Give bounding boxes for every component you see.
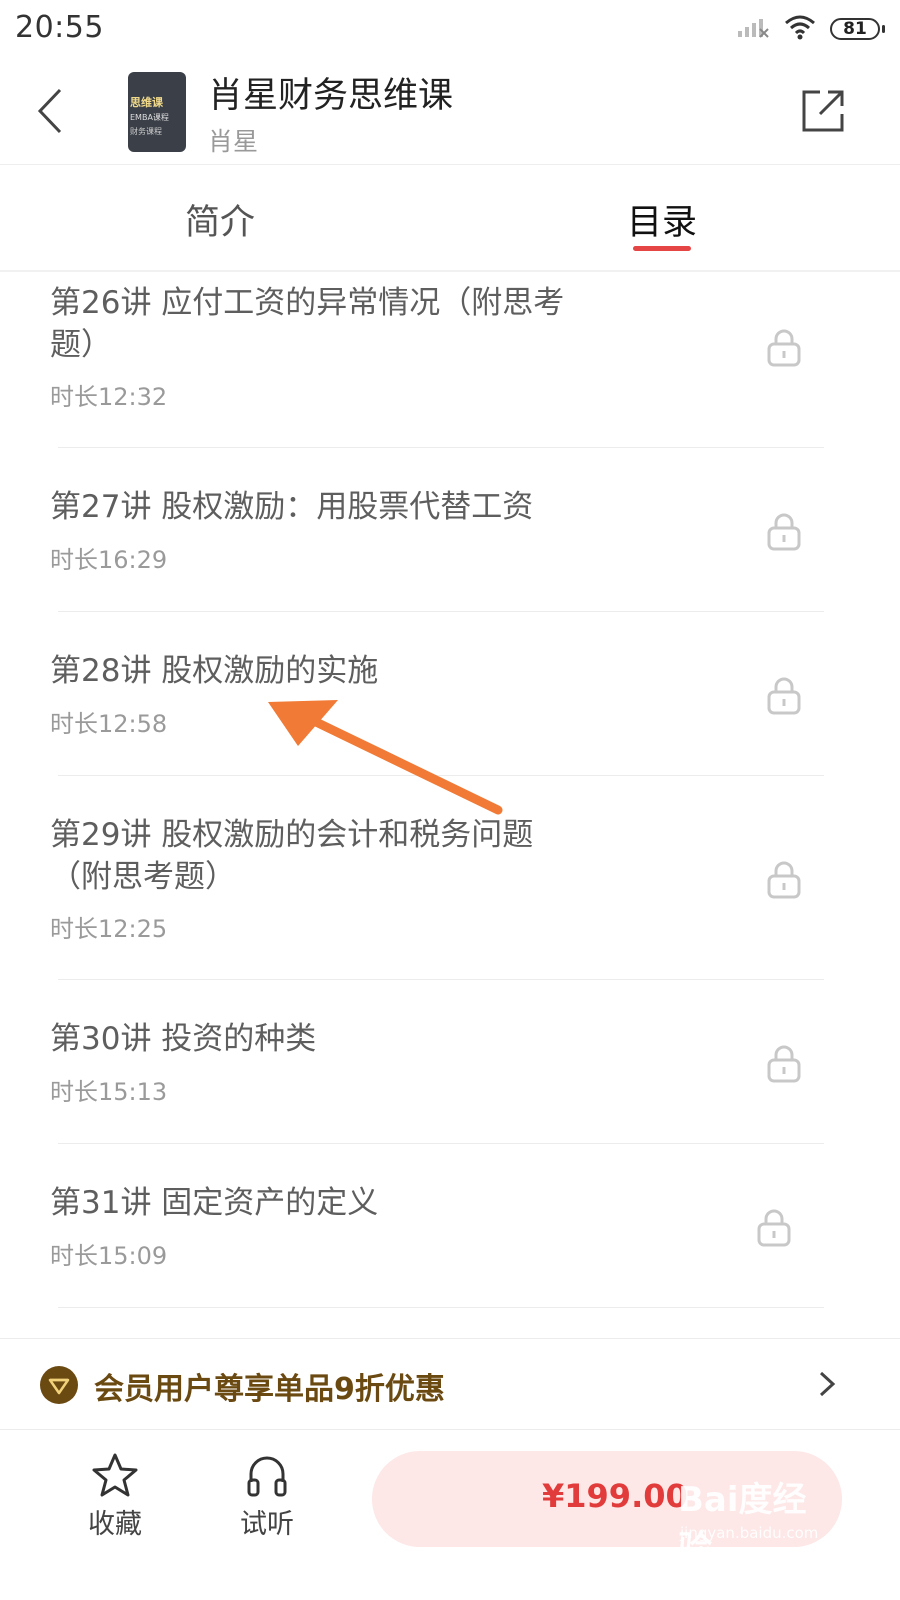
course-author: 肖星 (208, 127, 259, 156)
trial-listen-label: 试听 (240, 1509, 294, 1540)
cover-text-3: 财务课程 (130, 127, 162, 136)
lesson-item[interactable]: 第27讲 股权激励：用股票代替工资 时长16:29 (0, 486, 900, 611)
lock-icon (767, 513, 801, 551)
star-icon (92, 1453, 138, 1497)
trial-listen-button[interactable]: 试听 (222, 1452, 312, 1552)
buy-button[interactable]: ¥199.00 (372, 1451, 842, 1547)
price-label: ¥199.00 (542, 1477, 688, 1515)
banner-divider (0, 1429, 900, 1430)
header-divider (0, 164, 900, 165)
status-icons: 81 (736, 14, 885, 44)
tab-intro[interactable]: 简介 (185, 194, 255, 245)
lesson-title: 第28讲 股权激励的实施 (50, 653, 379, 689)
chevron-left-icon (37, 88, 62, 134)
tabs-divider (0, 270, 900, 272)
lesson-item[interactable]: 第31讲 固定资产的定义 时长15:09 (0, 1182, 900, 1307)
chevron-right-icon (819, 1371, 836, 1397)
tab-catalog[interactable]: 目录 (627, 194, 697, 245)
back-button[interactable] (30, 86, 80, 136)
row-divider (58, 447, 824, 448)
wifi-icon (784, 14, 816, 44)
lesson-item[interactable]: 第26讲 应付工资的异常情况（附思考题） 时长12:32 (0, 282, 900, 447)
lock-icon (757, 1209, 791, 1247)
row-divider (58, 1143, 824, 1144)
row-divider (58, 979, 824, 980)
lesson-title: 第31讲 固定资产的定义 (50, 1185, 379, 1221)
member-discount-text: 会员用户尊享单品9折优惠 (94, 1372, 445, 1407)
row-divider (58, 775, 824, 776)
headphones-icon (247, 1456, 287, 1497)
lock-icon (767, 861, 801, 899)
course-title: 肖星财务思维课 (208, 76, 454, 116)
vip-diamond-icon (40, 1366, 78, 1404)
lesson-duration: 时长12:58 (50, 710, 168, 738)
lesson-item[interactable]: 第30讲 投资的种类 时长15:13 (0, 1018, 900, 1143)
cover-text-1: 思维课 (130, 96, 163, 109)
signal-icon (736, 15, 770, 43)
course-cover[interactable]: 思维课 EMBA课程 财务课程 (128, 72, 186, 152)
lock-icon (767, 329, 801, 367)
active-tab-indicator (633, 246, 691, 251)
lesson-item[interactable]: 第28讲 股权激励的实施 时长12:58 (0, 650, 900, 775)
share-button[interactable] (798, 86, 848, 136)
member-discount-banner[interactable]: 会员用户尊享单品9折优惠 (0, 1339, 900, 1429)
lesson-title: 第29讲 股权激励的会计和税务问题（附思考题） (50, 817, 534, 895)
lesson-title: 第30讲 投资的种类 (50, 1021, 317, 1057)
battery-icon: 81 (830, 18, 885, 40)
status-time: 20:55 (15, 10, 104, 45)
collect-button[interactable]: 收藏 (70, 1452, 160, 1552)
share-icon (802, 90, 844, 132)
lesson-duration: 时长16:29 (50, 546, 168, 574)
lesson-duration: 时长15:09 (50, 1242, 168, 1270)
row-divider (58, 611, 824, 612)
lesson-duration: 时长12:25 (50, 915, 168, 943)
lock-icon (767, 1045, 801, 1083)
cover-text-2: EMBA课程 (130, 113, 169, 122)
lesson-duration: 时长12:32 (50, 383, 168, 411)
lesson-item[interactable]: 第29讲 股权激励的会计和税务问题（附思考题） 时长12:25 (0, 814, 900, 979)
collect-label: 收藏 (88, 1509, 142, 1540)
lesson-duration: 时长15:13 (50, 1078, 168, 1106)
lesson-title: 第27讲 股权激励：用股票代替工资 (50, 489, 534, 525)
row-divider (58, 1307, 824, 1308)
lock-icon (767, 677, 801, 715)
lesson-title: 第26讲 应付工资的异常情况（附思考题） (50, 285, 565, 363)
